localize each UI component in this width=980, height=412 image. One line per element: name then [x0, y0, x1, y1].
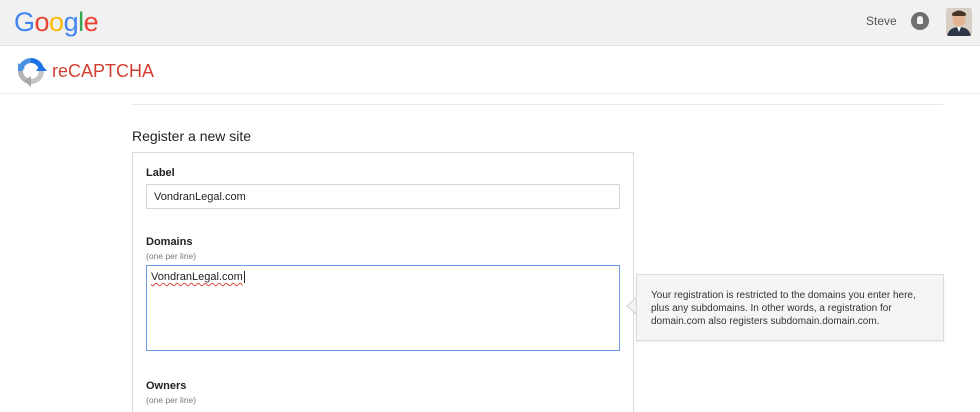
text-cursor [243, 271, 245, 284]
google-logo-letter: g [63, 7, 79, 37]
google-logo-letter: e [83, 7, 99, 37]
user-avatar[interactable] [946, 8, 972, 36]
domains-textarea-value: VondranLegal.com [151, 271, 243, 283]
domains-field-label: Domains [146, 236, 193, 248]
google-logo-letter: o [49, 7, 64, 37]
recaptcha-logo[interactable] [14, 54, 48, 88]
owners-field-hint: (one per line) [146, 395, 197, 405]
label-field-label: Label [146, 167, 175, 179]
user-name[interactable]: Steve [866, 14, 897, 28]
label-input[interactable]: VondranLegal.com [146, 184, 620, 209]
recaptcha-title[interactable]: reCAPTCHA [52, 61, 154, 82]
google-logo[interactable]: Google [14, 7, 99, 37]
page-title: Register a new site [132, 128, 252, 144]
google-logo-letter: G [14, 7, 35, 37]
google-logo-letter: o [34, 7, 50, 37]
recaptcha-header: reCAPTCHA [0, 46, 980, 94]
owners-field-label: Owners [146, 380, 187, 392]
label-input-value: VondranLegal.com [154, 191, 246, 203]
domains-help-tooltip: Your registration is restricted to the d… [636, 274, 944, 341]
section-divider [132, 104, 943, 105]
domains-textarea[interactable]: VondranLegal.com [146, 265, 620, 351]
domains-field-hint: (one per line) [146, 251, 197, 261]
tooltip-text: Your registration is restricted to the d… [651, 290, 916, 327]
google-top-bar: Google Steve [0, 0, 980, 46]
bell-icon[interactable] [911, 12, 929, 30]
